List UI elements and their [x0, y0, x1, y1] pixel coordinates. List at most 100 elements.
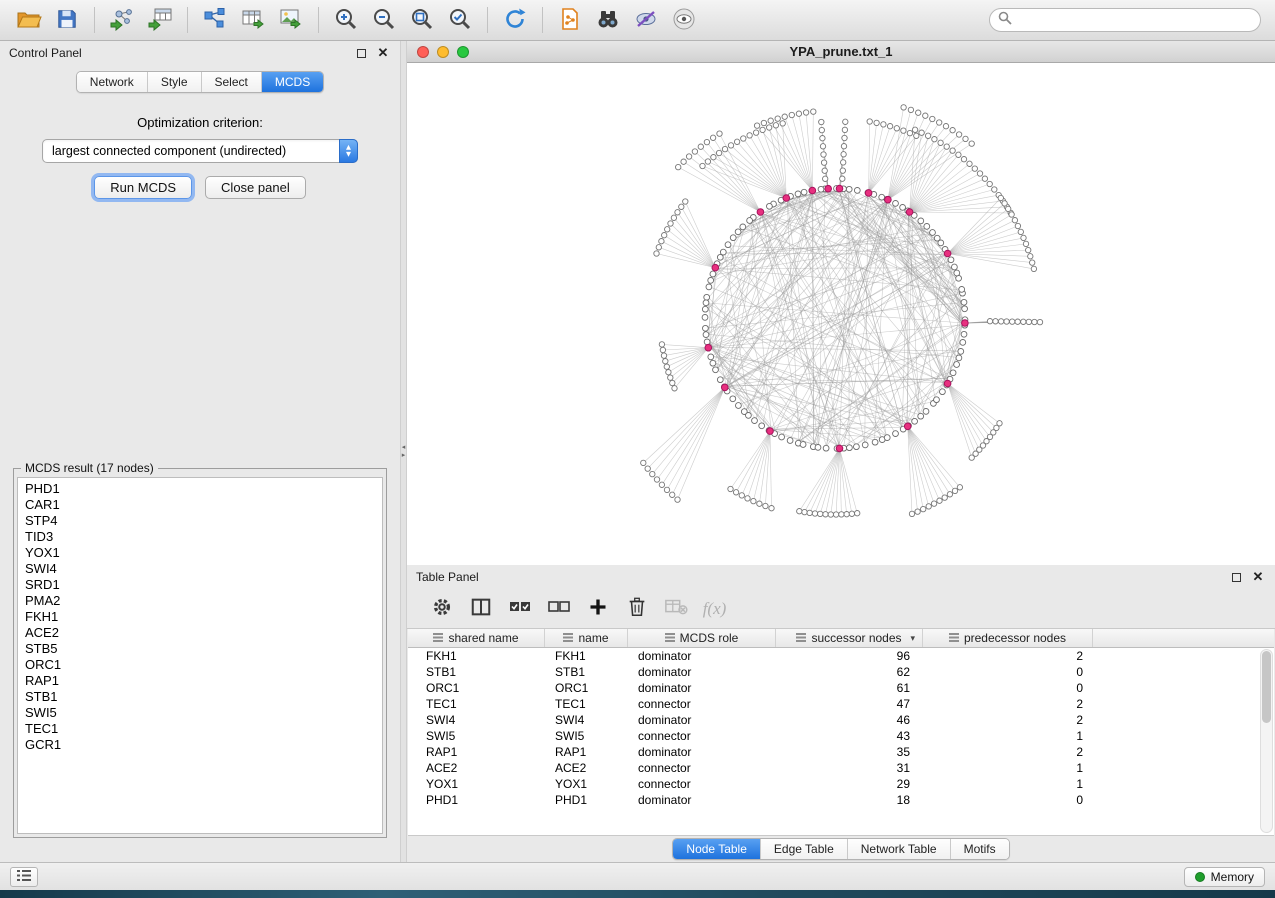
- table-cell[interactable]: ORC1: [545, 680, 628, 696]
- table-cell[interactable]: dominator: [628, 792, 776, 808]
- function-builder-button[interactable]: f(x): [696, 594, 733, 624]
- tab-edge-table[interactable]: Edge Table: [761, 839, 848, 859]
- save-session-button[interactable]: [48, 4, 86, 36]
- run-mcds-button[interactable]: Run MCDS: [94, 176, 192, 199]
- create-column-button[interactable]: [579, 594, 616, 624]
- table-cell[interactable]: FKH1: [408, 648, 545, 664]
- table-cell[interactable]: 96: [776, 648, 923, 664]
- task-history-button[interactable]: [10, 867, 38, 887]
- table-cell[interactable]: 46: [776, 712, 923, 728]
- criterion-dropdown[interactable]: largest connected component (undirected)…: [42, 139, 358, 163]
- table-cell[interactable]: 2: [923, 696, 1093, 712]
- select-all-columns-button[interactable]: [501, 594, 538, 624]
- table-cell[interactable]: 62: [776, 664, 923, 680]
- window-close-icon[interactable]: [417, 46, 429, 58]
- splitter-handle-icon[interactable]: ◂▸: [401, 443, 406, 459]
- tab-motifs[interactable]: Motifs: [951, 839, 1009, 859]
- table-cell[interactable]: FKH1: [545, 648, 628, 664]
- table-cell[interactable]: ACE2: [545, 760, 628, 776]
- list-item[interactable]: SRD1: [25, 577, 382, 593]
- table-cell[interactable]: 47: [776, 696, 923, 712]
- list-item[interactable]: ACE2: [25, 625, 382, 641]
- list-item[interactable]: STP4: [25, 513, 382, 529]
- zoom-out-button[interactable]: [365, 4, 403, 36]
- table-cell[interactable]: PHD1: [408, 792, 545, 808]
- table-row[interactable]: PHD1PHD1dominator180: [408, 792, 1274, 808]
- list-item[interactable]: SWI5: [25, 705, 382, 721]
- table-scrollbar[interactable]: [1260, 649, 1273, 833]
- table-cell[interactable]: 43: [776, 728, 923, 744]
- list-item[interactable]: STB5: [25, 641, 382, 657]
- tab-mcds[interactable]: MCDS: [262, 72, 323, 92]
- column-header-successor-nodes[interactable]: successor nodes ▾: [776, 629, 923, 647]
- zoom-fit-button[interactable]: [403, 4, 441, 36]
- table-cell[interactable]: SWI4: [545, 712, 628, 728]
- table-cell[interactable]: connector: [628, 760, 776, 776]
- table-cell[interactable]: 1: [923, 760, 1093, 776]
- scrollbar-thumb[interactable]: [1262, 651, 1271, 723]
- table-row[interactable]: SWI4SWI4dominator462: [408, 712, 1274, 728]
- zoom-in-button[interactable]: [327, 4, 365, 36]
- list-item[interactable]: CAR1: [25, 497, 382, 513]
- find-button[interactable]: [589, 4, 627, 36]
- table-row[interactable]: STB1STB1dominator620: [408, 664, 1274, 680]
- zoom-selected-button[interactable]: [441, 4, 479, 36]
- table-cell[interactable]: 0: [923, 680, 1093, 696]
- export-network-button[interactable]: [196, 4, 234, 36]
- column-header-predecessor-nodes[interactable]: predecessor nodes: [923, 629, 1093, 647]
- table-row[interactable]: FKH1FKH1dominator962: [408, 648, 1274, 664]
- table-cell[interactable]: 2: [923, 712, 1093, 728]
- close-mcds-panel-button[interactable]: Close panel: [205, 176, 306, 199]
- table-row[interactable]: RAP1RAP1dominator352: [408, 744, 1274, 760]
- list-item[interactable]: ORC1: [25, 657, 382, 673]
- table-cell[interactable]: dominator: [628, 680, 776, 696]
- show-graphics-details-button[interactable]: [665, 4, 703, 36]
- table-cell[interactable]: dominator: [628, 648, 776, 664]
- hide-graphics-details-button[interactable]: [627, 4, 665, 36]
- column-header-shared-name[interactable]: shared name: [408, 629, 545, 647]
- export-image-button[interactable]: [272, 4, 310, 36]
- list-item[interactable]: STB1: [25, 689, 382, 705]
- table-row[interactable]: SWI5SWI5connector431: [408, 728, 1274, 744]
- tab-node-table[interactable]: Node Table: [673, 839, 761, 859]
- table-cell[interactable]: 0: [923, 664, 1093, 680]
- table-cell[interactable]: 1: [923, 728, 1093, 744]
- import-table-button[interactable]: [141, 4, 179, 36]
- list-item[interactable]: PMA2: [25, 593, 382, 609]
- table-cell[interactable]: connector: [628, 728, 776, 744]
- list-item[interactable]: SWI4: [25, 561, 382, 577]
- table-cell[interactable]: 61: [776, 680, 923, 696]
- table-cell[interactable]: SWI4: [408, 712, 545, 728]
- table-cell[interactable]: ORC1: [408, 680, 545, 696]
- window-maximize-icon[interactable]: [457, 46, 469, 58]
- export-table-button[interactable]: [234, 4, 272, 36]
- close-panel-button[interactable]: ✕: [375, 45, 391, 61]
- window-minimize-icon[interactable]: [437, 46, 449, 58]
- tab-select[interactable]: Select: [202, 72, 262, 92]
- table-settings-button[interactable]: [423, 594, 460, 624]
- panel-splitter[interactable]: ◂▸: [400, 41, 407, 862]
- tab-network[interactable]: Network: [77, 72, 148, 92]
- list-item[interactable]: GCR1: [25, 737, 382, 753]
- tab-network-table[interactable]: Network Table: [848, 839, 951, 859]
- open-session-button[interactable]: [10, 4, 48, 36]
- table-cell[interactable]: PHD1: [545, 792, 628, 808]
- float-table-panel-button[interactable]: [1228, 569, 1244, 585]
- unselect-all-columns-button[interactable]: [540, 594, 577, 624]
- table-row[interactable]: ACE2ACE2connector311: [408, 760, 1274, 776]
- list-item[interactable]: RAP1: [25, 673, 382, 689]
- table-cell[interactable]: 31: [776, 760, 923, 776]
- table-cell[interactable]: 2: [923, 744, 1093, 760]
- table-row[interactable]: TEC1TEC1connector472: [408, 696, 1274, 712]
- table-row[interactable]: YOX1YOX1connector291: [408, 776, 1274, 792]
- import-network-button[interactable]: [103, 4, 141, 36]
- list-item[interactable]: TID3: [25, 529, 382, 545]
- float-panel-button[interactable]: [353, 45, 369, 61]
- network-titlebar[interactable]: YPA_prune.txt_1: [407, 41, 1275, 63]
- tab-style[interactable]: Style: [148, 72, 202, 92]
- column-header-mcds-role[interactable]: MCDS role: [628, 629, 776, 647]
- delete-column-button[interactable]: [618, 594, 655, 624]
- table-cell[interactable]: SWI5: [408, 728, 545, 744]
- show-columns-button[interactable]: [462, 594, 499, 624]
- table-cell[interactable]: dominator: [628, 712, 776, 728]
